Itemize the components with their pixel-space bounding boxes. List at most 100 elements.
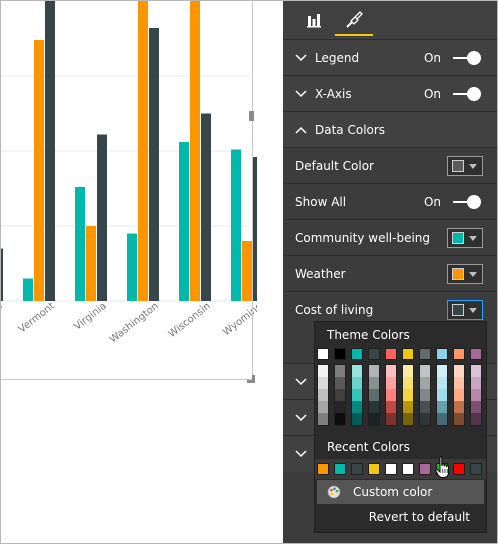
shade-swatch[interactable] <box>403 401 413 413</box>
shade-swatch[interactable] <box>454 401 464 413</box>
shade-swatch[interactable] <box>386 365 396 377</box>
theme-color-swatch[interactable] <box>436 348 448 360</box>
custom-color-button[interactable]: Custom color <box>317 480 484 504</box>
chevron-down-icon <box>295 450 309 458</box>
shade-swatch[interactable] <box>335 389 345 401</box>
shade-swatch[interactable] <box>471 413 481 425</box>
recent-color-swatch[interactable] <box>334 463 346 475</box>
shade-swatch[interactable] <box>318 413 328 425</box>
recent-color-swatch[interactable] <box>351 463 363 475</box>
theme-colors-label: Theme Colors <box>327 328 410 342</box>
recent-color-swatch[interactable] <box>385 463 397 475</box>
shade-swatch[interactable] <box>420 365 430 377</box>
shade-swatch[interactable] <box>386 389 396 401</box>
theme-color-swatch[interactable] <box>385 348 397 360</box>
shade-swatch[interactable] <box>386 413 396 425</box>
shade-swatch[interactable] <box>454 389 464 401</box>
shade-swatch[interactable] <box>420 413 430 425</box>
shade-swatch[interactable] <box>352 389 362 401</box>
theme-color-swatch[interactable] <box>317 348 329 360</box>
theme-color-swatch[interactable] <box>453 348 465 360</box>
shade-swatch[interactable] <box>369 365 379 377</box>
shade-swatch[interactable] <box>437 377 447 389</box>
bar-chart-icon[interactable] <box>301 7 327 33</box>
bar-wyoming-2[interactable] <box>253 157 257 301</box>
property-label: Show All <box>295 195 347 209</box>
shade-swatch[interactable] <box>335 401 345 413</box>
shade-swatch[interactable] <box>403 377 413 389</box>
recent-color-swatch[interactable] <box>317 463 329 475</box>
theme-color-swatch[interactable] <box>368 348 380 360</box>
default-color-picker[interactable] <box>447 156 483 176</box>
shade-swatch[interactable] <box>369 413 379 425</box>
shade-swatch[interactable] <box>352 401 362 413</box>
shade-swatch[interactable] <box>352 365 362 377</box>
shade-swatch[interactable] <box>437 413 447 425</box>
shade-swatch[interactable] <box>437 389 447 401</box>
weather-color-picker[interactable] <box>447 264 483 284</box>
paint-roller-icon[interactable] <box>341 7 367 33</box>
visual-border <box>1 1 253 380</box>
shade-swatch[interactable] <box>335 413 345 425</box>
shade-swatch[interactable] <box>369 377 379 389</box>
shade-swatch[interactable] <box>454 413 464 425</box>
shade-swatch[interactable] <box>318 377 328 389</box>
color-swatch <box>452 268 464 280</box>
shade-swatch[interactable] <box>420 401 430 413</box>
shade-swatch[interactable] <box>318 389 328 401</box>
shade-swatch[interactable] <box>352 377 362 389</box>
chevron-down-icon <box>469 235 477 241</box>
shade-swatch[interactable] <box>471 377 481 389</box>
color-swatch <box>452 232 464 244</box>
shade-swatch[interactable] <box>403 389 413 401</box>
recent-color-swatch[interactable] <box>368 463 380 475</box>
shade-column <box>351 364 363 426</box>
shade-swatch[interactable] <box>403 413 413 425</box>
shade-swatch[interactable] <box>352 413 362 425</box>
shade-column <box>334 364 346 426</box>
resize-handle-corner[interactable] <box>247 375 255 383</box>
app-window: Utah Vermont Virginia Washington Wisconsin Wy… <box>0 0 498 544</box>
recent-color-swatch[interactable] <box>470 463 482 475</box>
legend-toggle[interactable] <box>453 51 481 65</box>
theme-color-swatch[interactable] <box>334 348 346 360</box>
shade-swatch[interactable] <box>403 365 413 377</box>
theme-color-swatch[interactable] <box>402 348 414 360</box>
shade-swatch[interactable] <box>437 401 447 413</box>
shade-column <box>453 364 465 426</box>
xaxis-toggle[interactable] <box>453 87 481 101</box>
chevron-down-icon <box>469 163 477 169</box>
shade-swatch[interactable] <box>420 377 430 389</box>
shade-swatch[interactable] <box>471 401 481 413</box>
shade-swatch[interactable] <box>386 377 396 389</box>
revert-to-default-button[interactable]: Revert to default <box>369 510 470 524</box>
bar-chart-visual[interactable]: Utah Vermont Virginia Washington Wisconsin Wy… <box>1 1 257 401</box>
theme-color-swatch[interactable] <box>470 348 482 360</box>
shade-swatch[interactable] <box>420 389 430 401</box>
community-color-picker[interactable] <box>447 228 483 248</box>
shade-swatch[interactable] <box>318 401 328 413</box>
shade-swatch[interactable] <box>369 389 379 401</box>
theme-color-swatch[interactable] <box>351 348 363 360</box>
shade-swatch[interactable] <box>471 365 481 377</box>
shade-swatch[interactable] <box>335 365 345 377</box>
shade-swatch[interactable] <box>471 389 481 401</box>
section-legend[interactable]: Legend On <box>283 39 497 76</box>
show-all-toggle[interactable] <box>453 195 481 209</box>
shade-swatch[interactable] <box>437 365 447 377</box>
theme-color-swatch[interactable] <box>419 348 431 360</box>
recent-color-swatch[interactable] <box>453 463 465 475</box>
section-data-colors[interactable]: Data Colors <box>283 111 497 148</box>
cost-color-picker[interactable] <box>447 300 483 320</box>
recent-color-swatch[interactable] <box>419 463 431 475</box>
recent-color-swatch[interactable] <box>402 463 414 475</box>
shade-column <box>368 364 380 426</box>
shade-swatch[interactable] <box>318 365 328 377</box>
shade-swatch[interactable] <box>335 377 345 389</box>
section-xaxis[interactable]: X-Axis On <box>283 75 497 112</box>
shade-swatch[interactable] <box>369 401 379 413</box>
resize-handle-right[interactable] <box>249 111 254 121</box>
shade-swatch[interactable] <box>386 401 396 413</box>
shade-swatch[interactable] <box>454 365 464 377</box>
shade-swatch[interactable] <box>454 377 464 389</box>
